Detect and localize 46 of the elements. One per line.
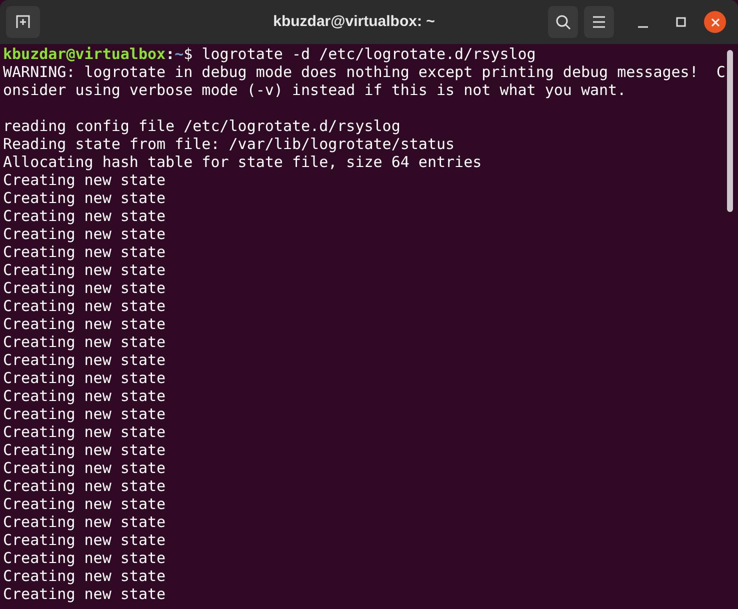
- output-line: WARNING: logrotate in debug mode does nothing except printing debug messages! C: [3, 63, 726, 81]
- prompt-user-host: kbuzdar@virtualbox: [3, 45, 166, 63]
- output-line: Creating new state: [3, 549, 166, 567]
- output-line: Creating new state: [3, 171, 166, 189]
- output-line: Creating new state: [3, 567, 166, 585]
- output-line: Creating new state: [3, 279, 166, 297]
- output-line: Creating new state: [3, 261, 166, 279]
- output-line: Creating new state: [3, 369, 166, 387]
- output-line: Creating new state: [3, 189, 166, 207]
- output-line: Creating new state: [3, 333, 166, 351]
- output-line: Creating new state: [3, 351, 166, 369]
- command-text: logrotate -d /etc/logrotate.d/rsyslog: [202, 45, 536, 63]
- prompt-path: ~: [174, 45, 184, 63]
- output-line: Creating new state: [3, 585, 166, 603]
- output-line: Creating new state: [3, 207, 166, 225]
- scrollbar-thumb[interactable]: [727, 50, 733, 212]
- new-tab-button[interactable]: [6, 6, 40, 38]
- output-line: Creating new state: [3, 297, 166, 315]
- search-button[interactable]: [548, 6, 578, 38]
- menu-button[interactable]: [584, 6, 614, 38]
- menu-icon: [592, 16, 606, 28]
- prompt-separator: :: [166, 45, 175, 63]
- search-icon: [555, 14, 571, 30]
- output-line: Creating new state: [3, 243, 166, 261]
- output-line: Allocating hash table for state file, size 64 entries: [3, 153, 482, 171]
- output-line: Creating new state: [3, 405, 166, 423]
- output-line: Creating new state: [3, 441, 166, 459]
- window-title: kbuzdar@virtualbox: ~: [273, 12, 435, 32]
- output-line: Creating new state: [3, 477, 166, 495]
- output-line: Creating new state: [3, 423, 166, 441]
- output-line: Creating new state: [3, 459, 166, 477]
- close-icon: [710, 18, 720, 26]
- minimize-icon: [638, 26, 648, 28]
- output-line: Creating new state: [3, 531, 166, 549]
- output-line: Reading state from file: /var/lib/logrotate/status: [3, 135, 455, 153]
- output-line: Creating new state: [3, 315, 166, 333]
- maximize-icon: [676, 17, 686, 27]
- output-line: onsider using verbose mode (-v) instead if this is not what you want.: [3, 81, 626, 99]
- output-line: reading config file /etc/logrotate.d/rsyslog: [3, 117, 400, 135]
- prompt-symbol: $: [184, 45, 194, 63]
- output-line: Creating new state: [3, 495, 166, 513]
- output-line: Creating new state: [3, 513, 166, 531]
- close-button[interactable]: [704, 11, 726, 33]
- output-line: Creating new state: [3, 387, 166, 405]
- new-tab-icon: [15, 14, 31, 30]
- output-line: Creating new state: [3, 225, 166, 243]
